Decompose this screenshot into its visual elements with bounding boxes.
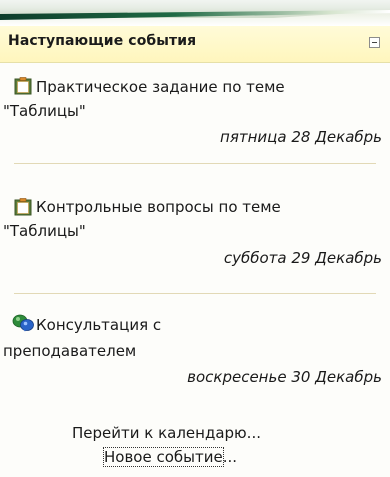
minus-glyph	[372, 42, 377, 43]
event-title[interactable]: Практическое задание по теме	[36, 78, 285, 96]
new-event-link-wrapper: Новое событие...	[103, 447, 238, 467]
upcoming-events-block: Наступающие события Практическое задание…	[0, 0, 390, 477]
event-item-2[interactable]: Контрольные вопросы по теме "Таблицы" су…	[0, 176, 390, 286]
event-title-continued[interactable]: преподавателем	[3, 342, 136, 360]
block-title: Наступающие события	[8, 33, 197, 49]
assignment-clipboard-icon	[14, 198, 32, 216]
event-title[interactable]: Консультация с	[36, 316, 161, 334]
block-header: Наступающие события	[0, 26, 390, 63]
event-date: суббота 29 Декабрь	[223, 249, 382, 267]
event-title-continued[interactable]: "Таблицы"	[3, 102, 86, 120]
go-to-calendar-link[interactable]: Перейти к календарю...	[72, 424, 261, 442]
event-date: пятница 28 Декабрь	[220, 128, 382, 146]
event-divider	[14, 163, 376, 164]
decorative-top-band	[0, 0, 390, 26]
event-item-3[interactable]: Консультация с преподавателем воскресень…	[0, 300, 390, 400]
event-divider	[14, 293, 376, 294]
chat-consultation-icon	[12, 314, 34, 332]
new-event-ellipsis: ...	[222, 448, 238, 466]
event-title[interactable]: Контрольные вопросы по теме	[36, 198, 281, 216]
minus-box-icon[interactable]	[369, 37, 380, 48]
new-event-link[interactable]: Новое событие	[103, 447, 224, 467]
event-date: воскресенье 30 Декабрь	[187, 368, 382, 386]
event-item-1[interactable]: Практическое задание по теме "Таблицы" п…	[0, 62, 390, 172]
assignment-clipboard-icon	[14, 77, 32, 95]
event-title-continued[interactable]: "Таблицы"	[3, 222, 86, 240]
